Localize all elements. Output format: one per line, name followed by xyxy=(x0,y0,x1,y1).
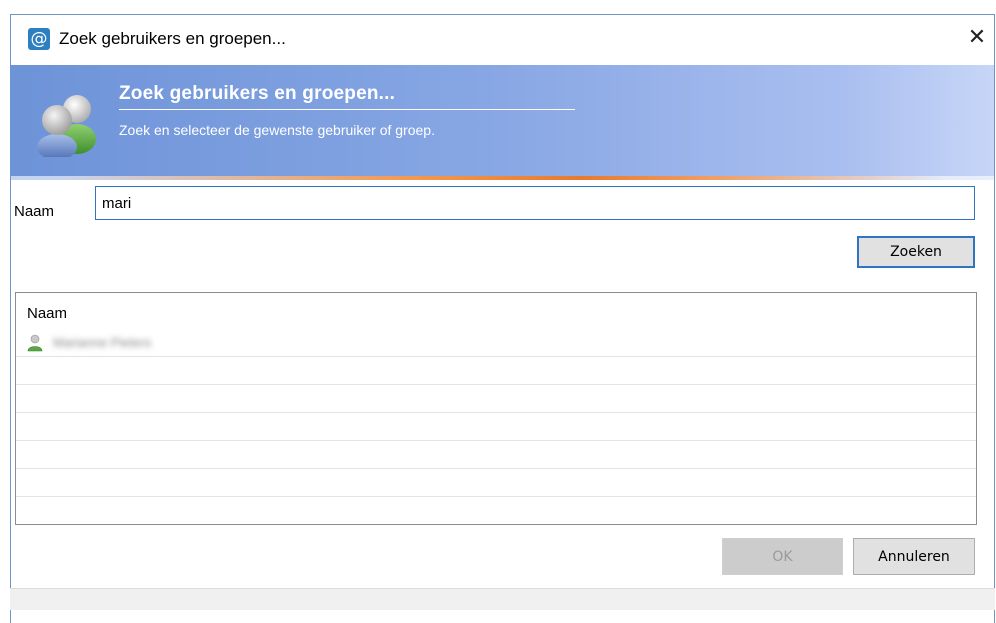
user-icon xyxy=(27,334,43,352)
list-item-empty xyxy=(16,441,976,469)
list-item-name: Marianne Pieters xyxy=(53,335,152,350)
list-item-empty xyxy=(16,497,976,524)
cancel-button[interactable]: Annuleren xyxy=(853,538,975,575)
close-button[interactable]: ✕ xyxy=(960,21,994,55)
search-button[interactable]: Zoeken xyxy=(857,236,975,268)
banner-accent-line xyxy=(11,176,994,180)
title-bar: @ Zoek gebruikers en groepen... ✕ xyxy=(11,15,994,65)
list-item[interactable]: Marianne Pieters xyxy=(16,329,976,357)
banner-divider xyxy=(119,109,575,110)
name-search-input[interactable] xyxy=(95,186,975,220)
list-item-empty xyxy=(16,469,976,497)
window-title: Zoek gebruikers en groepen... xyxy=(59,29,286,48)
status-bar xyxy=(10,588,995,610)
results-list[interactable]: Naam Marianne Pieters xyxy=(15,292,977,525)
column-header-name[interactable]: Naam xyxy=(27,305,67,322)
list-item-empty xyxy=(16,357,976,385)
ok-button[interactable]: OK xyxy=(722,538,843,575)
results-rows: Marianne Pieters xyxy=(16,329,976,524)
list-item-empty xyxy=(16,413,976,441)
banner-subtitle: Zoek en selecteer de gewenste gebruiker … xyxy=(119,122,435,138)
name-label: Naam xyxy=(14,203,55,220)
users-icon xyxy=(37,95,96,157)
at-sign-icon: @ xyxy=(28,28,50,50)
header-banner: Zoek gebruikers en groepen... Zoek en se… xyxy=(11,65,994,180)
banner-title: Zoek gebruikers en groepen... xyxy=(119,83,396,104)
list-item-empty xyxy=(16,385,976,413)
